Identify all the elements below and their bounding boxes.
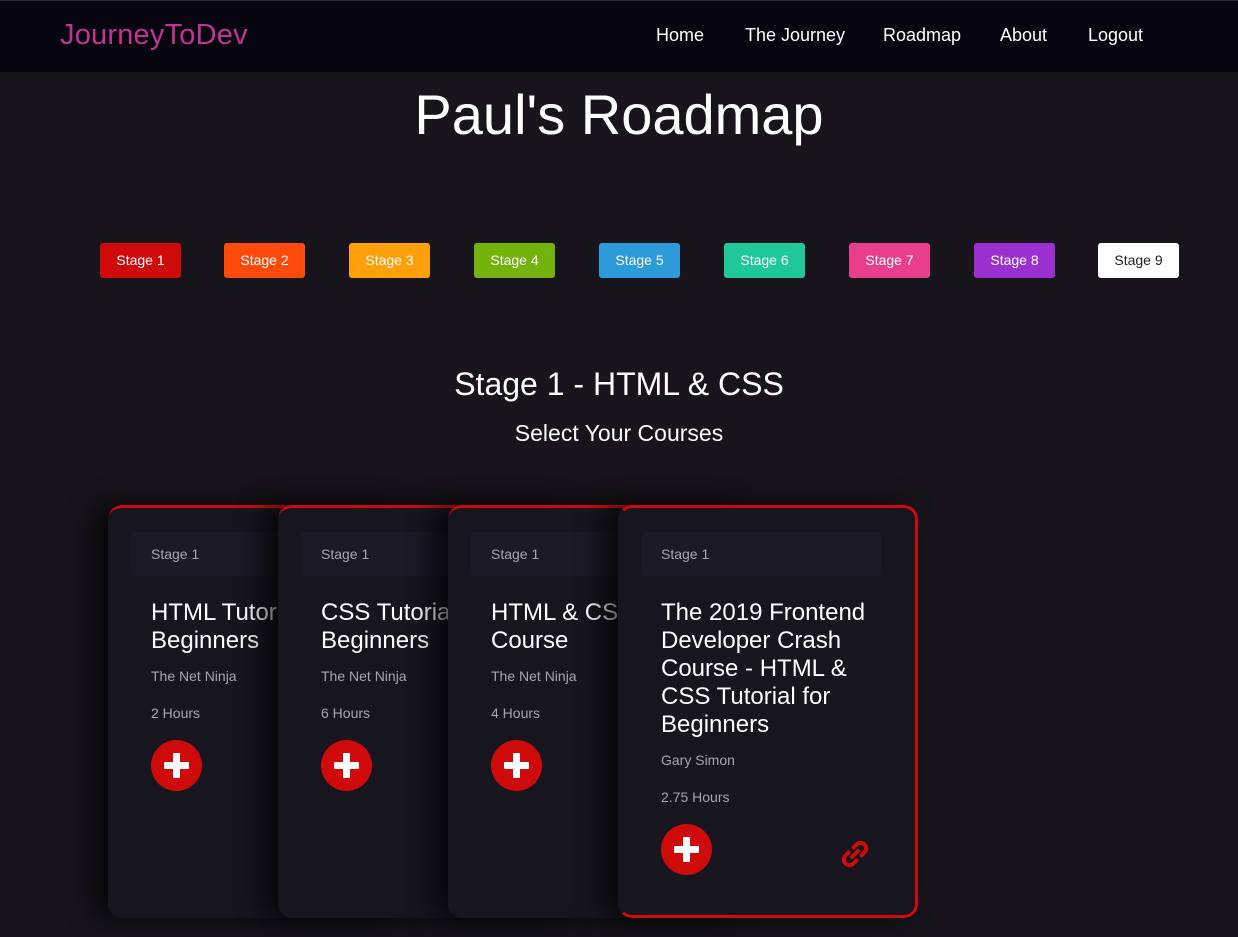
stage-3-button[interactable]: Stage 3 [349,243,430,278]
card-duration: 4 Hours [491,705,541,721]
nav-link-logout[interactable]: Logout [1088,25,1143,46]
nav-link-home[interactable]: Home [656,25,704,46]
card-author: The Net Ninja [491,668,577,684]
nav-link-about[interactable]: About [1000,25,1047,46]
page-title: Paul's Roadmap [414,83,824,146]
stage-7-button[interactable]: Stage 7 [849,243,930,278]
add-course-button[interactable] [491,740,542,791]
link-icon[interactable] [840,839,870,869]
navbar: JourneyToDev Home The Journey Roadmap Ab… [0,0,1238,72]
card-title: The 2019 Frontend Developer Crash Course… [661,599,866,738]
nav-link-roadmap[interactable]: Roadmap [883,25,961,46]
plus-icon-vertical [513,753,520,778]
stage-6-button[interactable]: Stage 6 [724,243,805,278]
card-stage-label: Stage 1 [641,532,881,576]
nav-links: Home The Journey Roadmap About Logout [0,25,1238,51]
stage-1-button[interactable]: Stage 1 [100,243,181,278]
stage-4-button[interactable]: Stage 4 [474,243,555,278]
add-course-button[interactable] [661,824,712,875]
stage-2-button[interactable]: Stage 2 [224,243,305,278]
stage-9-button[interactable]: Stage 9 [1098,243,1179,278]
stage-5-button[interactable]: Stage 5 [599,243,680,278]
card-author: The Net Ninja [321,668,407,684]
plus-icon-vertical [343,753,350,778]
plus-icon-vertical [683,837,690,862]
stage-8-button[interactable]: Stage 8 [974,243,1055,278]
nav-link-the-journey[interactable]: The Journey [745,25,845,46]
add-course-button[interactable] [151,740,202,791]
card-duration: 6 Hours [321,705,371,721]
stage-heading: Stage 1 - HTML & CSS [454,366,784,402]
course-card-active: Stage 1 The 2019 Frontend Developer Cras… [618,505,918,918]
stage-selector: Stage 1 Stage 2 Stage 3 Stage 4 Stage 5 … [0,243,1238,279]
plus-icon-vertical [173,753,180,778]
stage-subheading: Select Your Courses [514,420,724,446]
add-course-button[interactable] [321,740,372,791]
card-duration: 2 Hours [151,705,201,721]
card-author: The Net Ninja [151,668,237,684]
card-duration: 2.75 Hours [661,789,730,805]
card-author: Gary Simon [661,752,735,768]
